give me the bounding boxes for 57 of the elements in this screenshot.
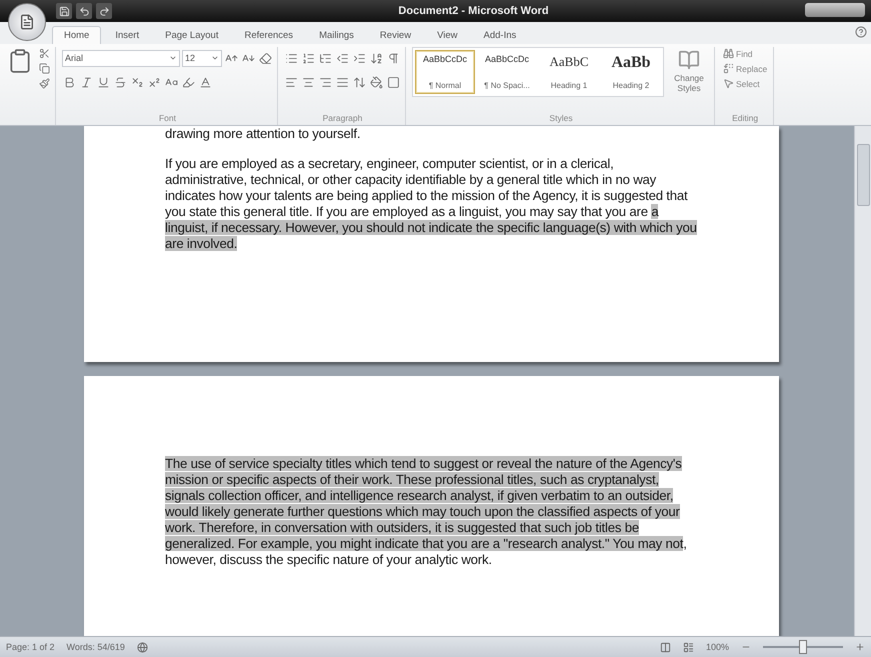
save-icon[interactable] bbox=[56, 3, 72, 19]
font-size-field[interactable]: 12 bbox=[182, 50, 222, 66]
binoculars-icon bbox=[723, 48, 734, 59]
undo-icon[interactable] bbox=[76, 3, 92, 19]
word-count: Words: 54/619 bbox=[66, 642, 125, 652]
vertical-scrollbar[interactable] bbox=[854, 126, 871, 636]
editing-button[interactable]: Replace bbox=[721, 62, 770, 75]
copy-icon[interactable] bbox=[38, 62, 51, 75]
chevron-down-icon bbox=[211, 54, 219, 62]
group-label: Font bbox=[158, 112, 177, 125]
line-spacing-icon[interactable] bbox=[352, 74, 367, 90]
zoom-in-icon[interactable] bbox=[855, 642, 865, 652]
document-icon bbox=[19, 14, 35, 30]
print-layout-icon[interactable] bbox=[660, 642, 671, 652]
sort-icon[interactable] bbox=[369, 50, 384, 66]
office-button[interactable] bbox=[8, 3, 46, 41]
globe-icon bbox=[136, 642, 148, 652]
ribbon-tab[interactable]: Add-Ins bbox=[472, 26, 528, 44]
group-label: Editing bbox=[731, 112, 760, 125]
ribbon-tab[interactable]: Mailings bbox=[307, 26, 366, 44]
pointer-icon bbox=[723, 78, 734, 89]
underline-icon[interactable] bbox=[96, 74, 111, 90]
paragraph: drawing more attention to yourself. bbox=[165, 126, 362, 142]
group-label: Paragraph bbox=[322, 112, 364, 125]
ribbon-tab[interactable]: Insert bbox=[103, 26, 152, 44]
editing-button[interactable]: Find bbox=[721, 47, 770, 60]
paint-bucket-icon[interactable] bbox=[369, 74, 384, 90]
page-count: Page: 1 of 2 bbox=[6, 642, 55, 652]
paragraph: If you are employed as a secretary, engineer, computer scientist, or in a clerical, administrative, technical, or other capacity identifiable by a general title which in no way indicates how your talents are being applied to the mission of the Agency, it is suggested that you state this general title. If you are employed as a linguist, you may say that you are a linguist, if necessary. However, you should not indicate the specific language(s) with which you are involved. bbox=[165, 156, 697, 252]
ribbon-tab[interactable]: Page Layout bbox=[153, 26, 230, 44]
numbering-icon[interactable] bbox=[301, 50, 316, 66]
style-item[interactable]: AaBb Heading 2 bbox=[601, 50, 661, 94]
book-icon bbox=[678, 49, 700, 71]
group-label: Styles bbox=[548, 112, 574, 125]
window-title: Document2 - Microsoft Word bbox=[398, 5, 550, 17]
redo-icon[interactable] bbox=[96, 3, 112, 19]
border-icon[interactable] bbox=[386, 74, 401, 90]
eraser-icon[interactable] bbox=[258, 50, 273, 66]
style-item[interactable]: AaBbC Heading 1 bbox=[539, 50, 599, 94]
paintbrush-icon[interactable] bbox=[38, 77, 51, 90]
paragraph: The use of service specialty titles which tend to suggest or reveal the nature of the Agency's mission or specific aspects of their work. These professional titles, such as cryptanalyst, signals collection officer, and intelligence research analyst, if given verbatim to an outsider, would likely generate further questions which may touch upon the classified aspects of your work. Therefore, in conversation with outsiders, it is suggested that such job titles be generalized. For example, you might indicate that you are a "research analyst." You may not, however, discuss the specific nature of your analytic work. bbox=[165, 456, 688, 568]
ribbon-tab[interactable]: References bbox=[232, 26, 306, 44]
chevron-down-icon bbox=[169, 54, 177, 62]
zoom-level: 100% bbox=[706, 642, 729, 652]
zoom-slider-thumb[interactable] bbox=[799, 640, 807, 654]
ribbon-tab[interactable]: Home bbox=[52, 26, 102, 44]
style-item[interactable]: AaBbCcDc ¶ No Spaci... bbox=[477, 50, 537, 94]
help-icon[interactable] bbox=[855, 26, 867, 38]
replace-icon bbox=[723, 63, 734, 74]
strikethrough-icon[interactable] bbox=[113, 74, 128, 90]
ribbon-tab[interactable]: View bbox=[425, 26, 470, 44]
change-styles-button[interactable]: Change Styles bbox=[668, 47, 710, 112]
outline-icon[interactable] bbox=[682, 642, 694, 652]
style-item[interactable]: AaBbCcDc ¶ Normal bbox=[415, 50, 475, 94]
ribbon-tab[interactable]: Review bbox=[368, 26, 424, 44]
font-name-field[interactable]: Arial bbox=[62, 50, 180, 66]
scissors-icon[interactable] bbox=[38, 47, 51, 60]
